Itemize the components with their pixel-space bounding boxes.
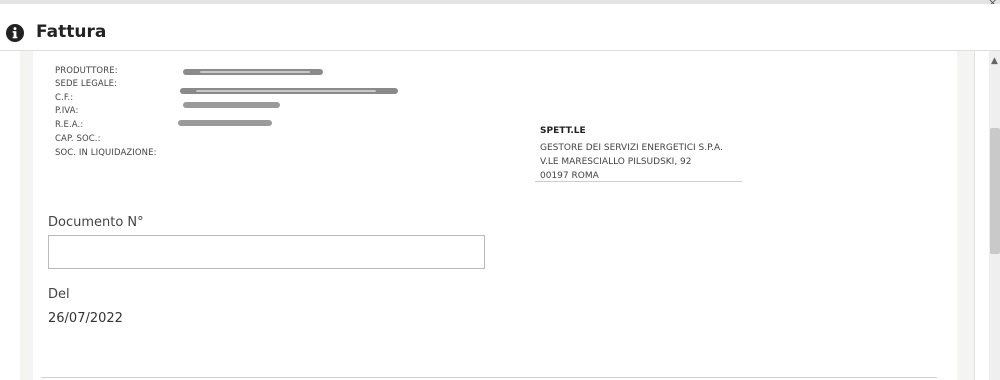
- redaction-texture: [200, 71, 310, 73]
- recipient-name: GESTORE DEI SERVIZI ENERGETICI S.P.A.: [540, 143, 723, 153]
- dialog-header: [0, 4, 1000, 51]
- left-margin: [0, 51, 20, 380]
- dialog-title: Fattura: [36, 22, 107, 42]
- registered-office-label: SEDE LEGALE:: [55, 79, 118, 89]
- scrollbar-thumb[interactable]: [990, 128, 1000, 254]
- capital-label: CAP. SOC.:: [55, 134, 101, 144]
- redaction-texture: [196, 90, 376, 92]
- redacted-fiscal-code: [183, 102, 280, 108]
- recipient-city: 00197 ROMA: [540, 171, 599, 181]
- invoice-card: [33, 51, 957, 380]
- fiscal-code-label: C.F.:: [55, 93, 74, 103]
- recipient-street: V.LE MARESCIALLO PILSUDSKI, 92: [540, 157, 692, 167]
- section-divider: [41, 377, 937, 378]
- redacted-vat: [178, 120, 272, 126]
- liquidation-label: SOC. IN LIQUIDAZIONE:: [55, 148, 157, 158]
- vat-label: P.IVA:: [55, 106, 79, 116]
- address-divider: [535, 181, 742, 182]
- producer-label: PRODUTTORE:: [55, 66, 118, 76]
- document-number-label: Documento N°: [48, 215, 144, 230]
- info-circle-icon: [6, 24, 24, 42]
- recipient-heading: SPETT.LE: [540, 126, 586, 136]
- scroll-up-icon[interactable]: ▲: [991, 56, 998, 66]
- date-label: Del: [48, 287, 70, 302]
- date-value: 26/07/2022: [48, 311, 123, 326]
- scroll-divider: [974, 51, 975, 380]
- document-number-input[interactable]: [48, 235, 485, 269]
- rea-label: R.E.A.:: [55, 120, 84, 130]
